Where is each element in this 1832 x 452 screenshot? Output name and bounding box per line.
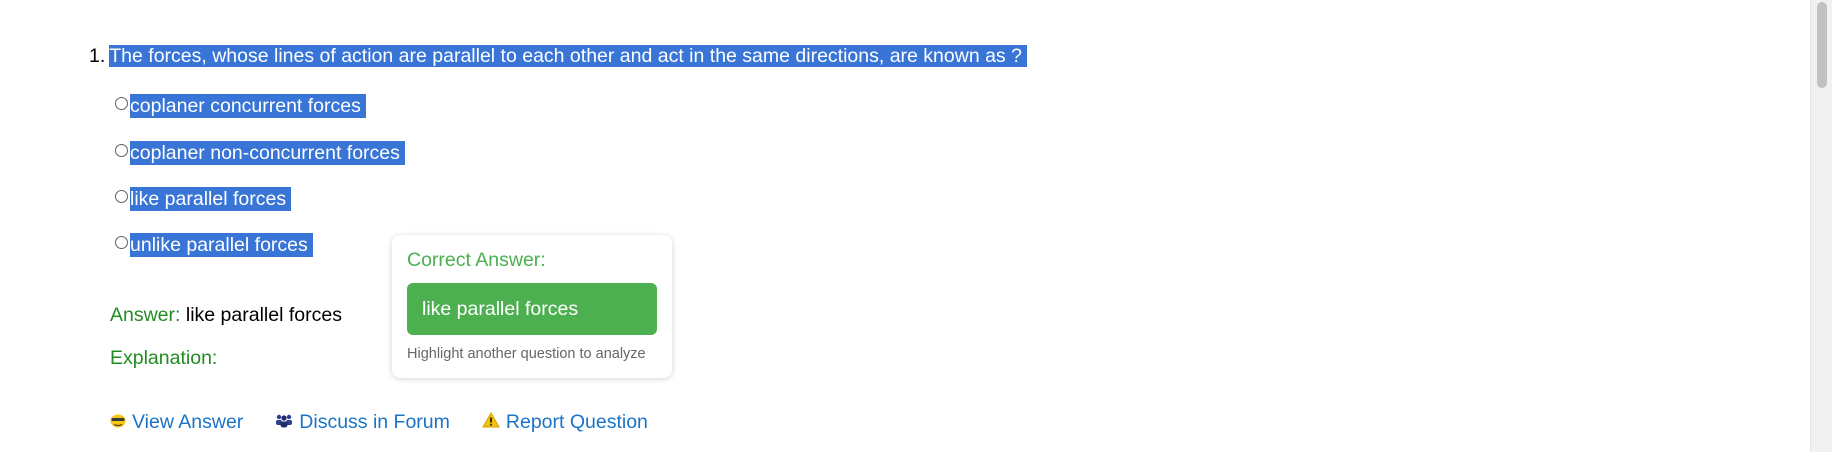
radio-button[interactable]: [115, 190, 128, 203]
option-1[interactable]: coplaner concurrent forces: [115, 94, 366, 118]
scrollbar-thumb[interactable]: [1817, 2, 1827, 88]
option-4[interactable]: unlike parallel forces: [115, 233, 313, 257]
discuss-forum-link[interactable]: Discuss in Forum: [275, 410, 450, 434]
answer-label: Answer:: [110, 304, 181, 326]
explanation-label: Explanation:: [110, 347, 218, 369]
warning-icon: [482, 410, 500, 434]
answer-line: Answer: like parallel forces: [110, 303, 342, 327]
vertical-scrollbar[interactable]: [1810, 0, 1832, 452]
option-3[interactable]: like parallel forces: [115, 187, 292, 211]
radio-button[interactable]: [115, 144, 128, 157]
view-answer-label[interactable]: View Answer: [132, 410, 243, 434]
radio-button[interactable]: [115, 97, 128, 110]
option-label[interactable]: unlike parallel forces: [130, 233, 313, 257]
option-2[interactable]: coplaner non-concurrent forces: [115, 141, 405, 165]
question-actions: View Answer Discuss in Forum Report Ques…: [110, 410, 648, 434]
popup-hint: Highlight another question to analyze: [407, 346, 646, 362]
option-label[interactable]: like parallel forces: [130, 187, 292, 211]
users-icon: [275, 410, 293, 434]
answer-value: like parallel forces: [185, 304, 342, 326]
popup-title: Correct Answer:: [407, 249, 546, 271]
question-text: The forces, whose lines of action are pa…: [109, 45, 1027, 67]
popup-correct-answer: like parallel forces: [407, 283, 657, 335]
report-question-label[interactable]: Report Question: [506, 410, 648, 434]
report-question-link[interactable]: Report Question: [482, 410, 648, 434]
option-label[interactable]: coplaner non-concurrent forces: [130, 141, 405, 165]
option-label[interactable]: coplaner concurrent forces: [130, 94, 366, 118]
view-answer-link[interactable]: View Answer: [110, 410, 243, 434]
eye-icon: [110, 410, 126, 434]
radio-button[interactable]: [115, 236, 128, 249]
discuss-forum-label[interactable]: Discuss in Forum: [299, 410, 450, 434]
question-line: 1. The forces, whose lines of action are …: [89, 44, 1027, 68]
question-number: 1.: [89, 45, 106, 67]
answer-popup: Correct Answer: like parallel forces Hig…: [392, 235, 672, 378]
